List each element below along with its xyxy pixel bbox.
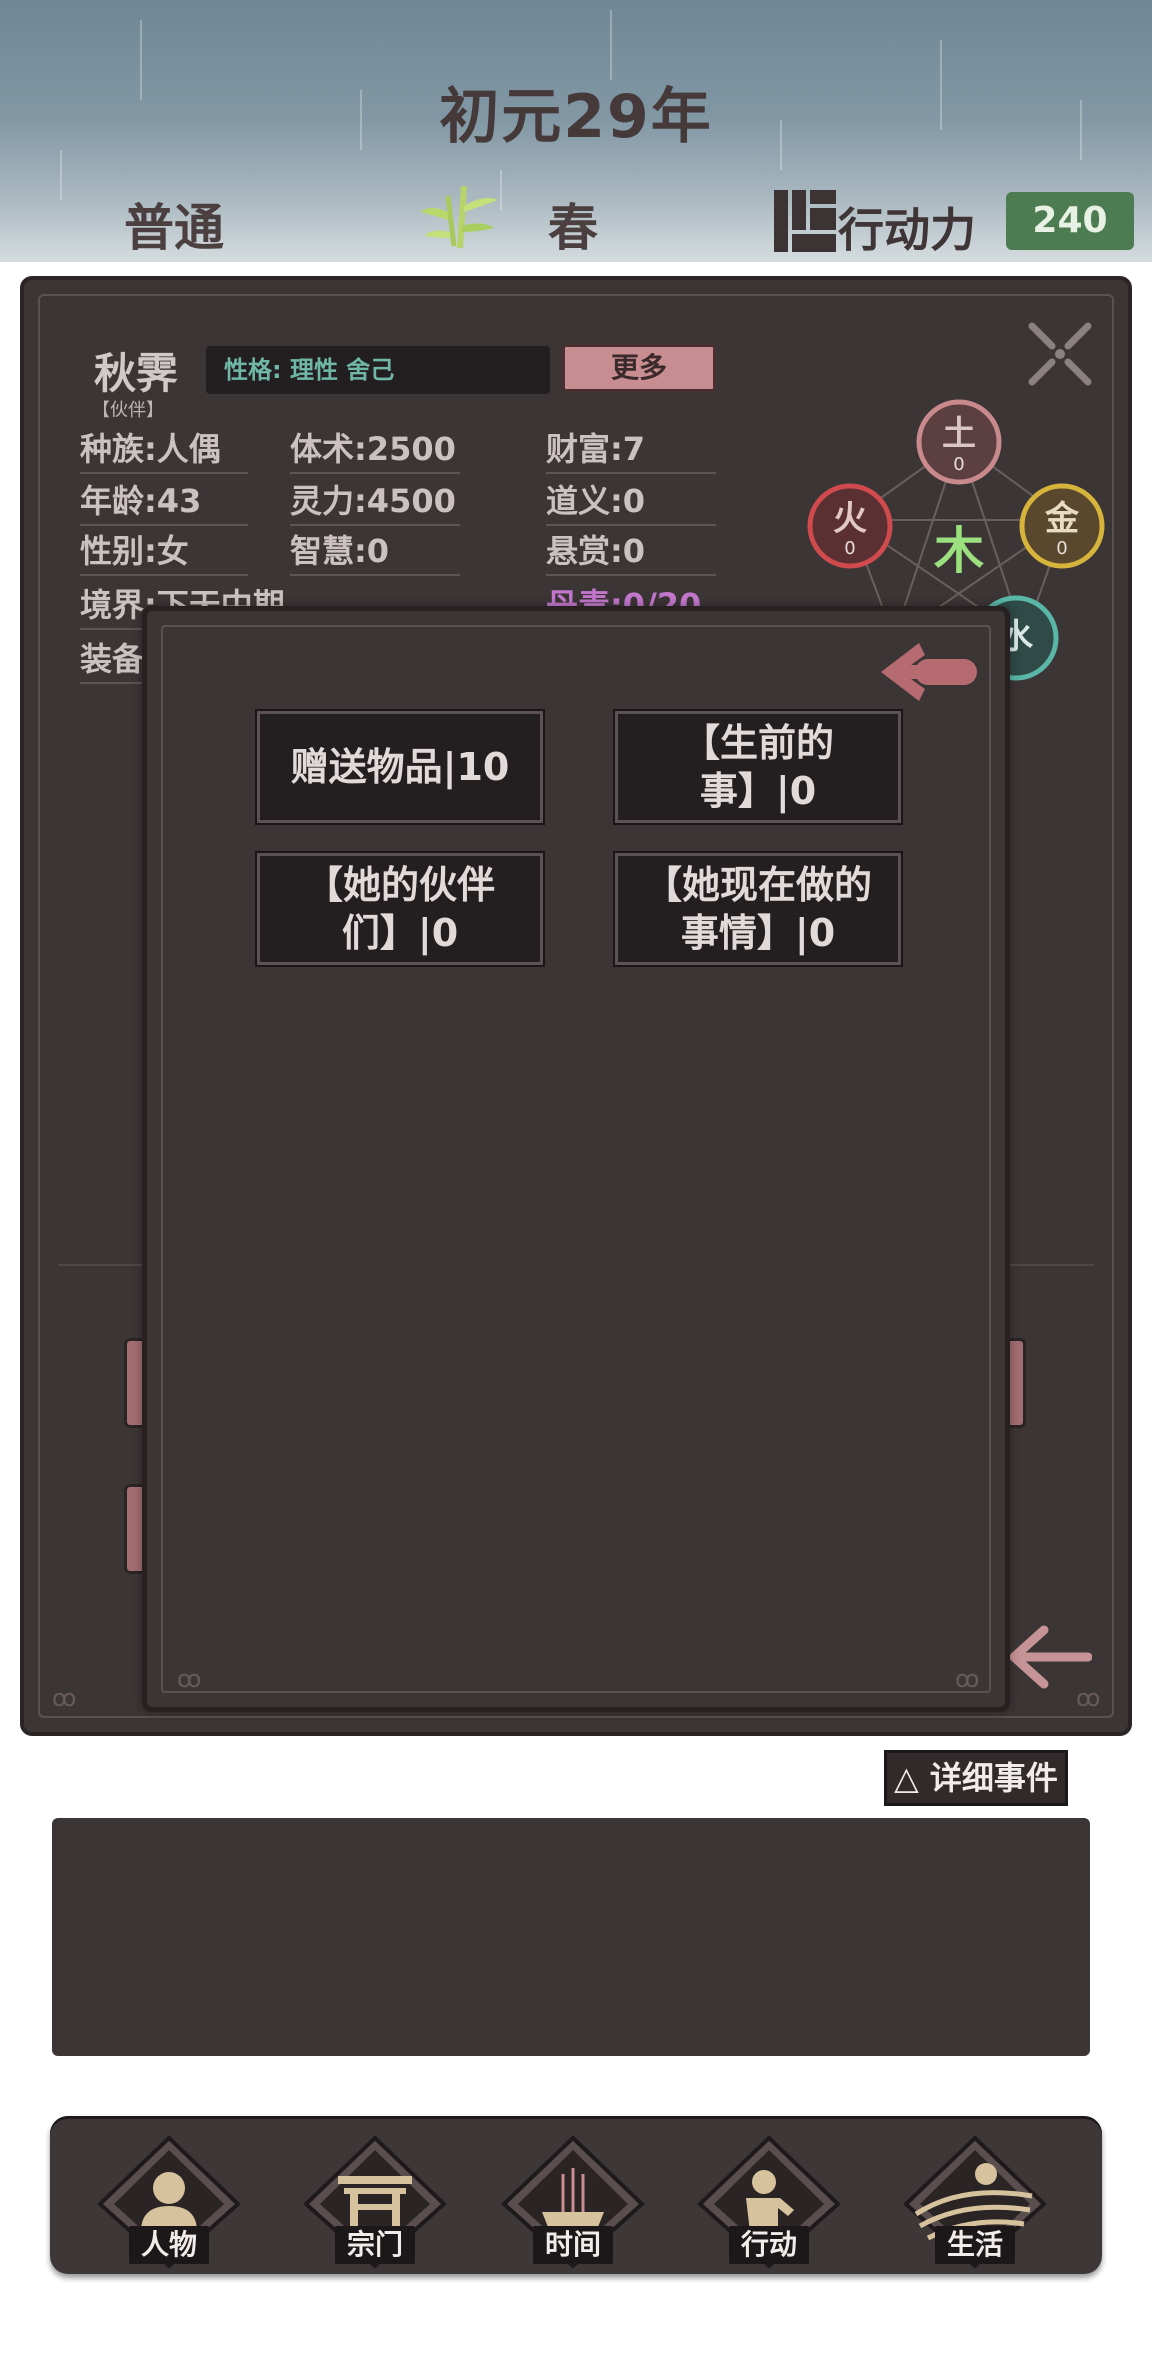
stat-morality: 道义:0 [546,476,716,526]
past-life-button[interactable]: 【生前的事】|0 [613,709,903,825]
year-title: 初元29年 [439,82,713,152]
nav-sect-label: 宗门 [335,2226,415,2264]
detail-events-button[interactable]: △ 详细事件 [884,1750,1068,1806]
bamboo-icon [420,185,498,249]
personality-field: 性格: 理性 舍己 [206,346,550,394]
current-activity-button[interactable]: 【她现在做的事情】|0 [613,851,903,967]
nav-action-label: 行动 [729,2226,809,2264]
stat-age: 年龄:43 [80,476,248,526]
stat-bounty: 悬赏:0 [546,526,716,576]
svg-text:0: 0 [953,454,964,475]
svg-text:金: 金 [1044,499,1080,539]
gift-items-button[interactable]: 赠送物品|10 [255,709,545,825]
action-points-label: 行动力 [838,203,976,257]
nav-life-label: 生活 [935,2226,1015,2264]
nav-action[interactable]: 行动 [696,2134,842,2268]
action-points-value: 240 [1006,192,1134,250]
difficulty-label: 普通 [124,199,224,257]
nav-time-label: 时间 [533,2226,613,2264]
stat-body-art: 体术:2500 [290,424,460,474]
her-companions-button[interactable]: 【她的伙伴们】|0 [255,851,545,967]
element-fire: 火 0 [807,483,893,569]
svg-text:0: 0 [844,538,855,559]
action-points-icon [774,190,836,252]
svg-text:火: 火 [833,499,867,539]
character-name: 秋霁 [94,349,179,398]
season-label: 春 [548,199,598,257]
stat-wealth: 财富:7 [546,424,716,474]
nav-life[interactable]: 生活 [902,2134,1048,2268]
event-log-panel [52,1818,1090,2056]
back-arrow-icon[interactable] [875,637,979,707]
character-role: 【伙伴】 [92,400,164,421]
nav-time[interactable]: 时间 [500,2134,646,2268]
corner-ornament-icon: ꝏ [177,1665,202,1693]
nav-person[interactable]: 人物 [96,2134,242,2268]
close-icon[interactable] [1024,318,1096,390]
nav-sect[interactable]: 宗门 [302,2134,448,2268]
interaction-dialog: 赠送物品|10 【生前的事】|0 【她的伙伴们】|0 【她现在做的事情】|0 ꝏ… [142,606,1010,1712]
bottom-nav: 人物 宗门 时间 行动 生活 [50,2116,1102,2274]
more-button[interactable]: 更多 [562,344,716,392]
svg-text:0: 0 [1056,538,1067,559]
element-earth: 土 0 [916,399,1002,485]
element-wood: 木 [934,522,984,580]
corner-ornament-icon: ꝏ [955,1665,980,1693]
arrow-left-icon[interactable] [1008,1624,1092,1690]
stat-wisdom: 智慧:0 [290,526,460,576]
corner-ornament-icon: ꝏ [52,1684,77,1712]
nav-person-label: 人物 [129,2226,209,2264]
stat-spirit: 灵力:4500 [290,476,460,526]
stat-gender: 性别:女 [80,526,248,576]
stat-race: 种族:人偶 [80,424,248,474]
top-status-bar: 初元29年 普通 春 行动力 240 [0,0,1152,262]
svg-text:土: 土 [942,414,976,454]
element-metal: 金 0 [1019,483,1105,569]
